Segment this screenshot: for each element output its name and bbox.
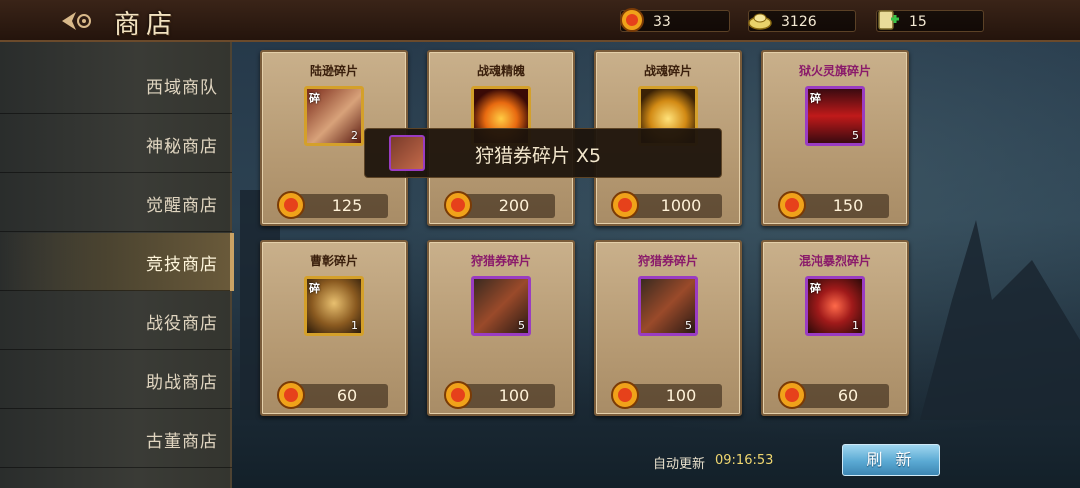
price-bar[interactable]: 150 bbox=[778, 191, 889, 219]
item-count: 1 bbox=[351, 319, 358, 332]
stamina-count: 15 bbox=[909, 14, 927, 30]
gold-coin-icon bbox=[778, 381, 806, 409]
item-count: 5 bbox=[518, 319, 525, 332]
sidebar-item-support[interactable]: 助战商店 bbox=[0, 351, 232, 409]
resource-stamina: 15 bbox=[876, 10, 984, 32]
sidebar-item-campaign[interactable]: 战役商店 bbox=[0, 292, 232, 350]
item-price: 150 bbox=[832, 196, 864, 215]
gold-coin-icon bbox=[620, 8, 644, 32]
price-bar[interactable]: 60 bbox=[778, 381, 889, 409]
item-name: 混沌暴烈碎片 bbox=[798, 254, 871, 268]
gold-coin-icon bbox=[611, 191, 639, 219]
shop-item-card[interactable]: 曹彰碎片碎 1 60 bbox=[260, 240, 408, 416]
stamina-scroll-icon bbox=[878, 10, 899, 30]
auto-refresh-timer: 09:16:53 bbox=[715, 453, 774, 468]
item-price: 100 bbox=[665, 386, 697, 405]
item-name: 战魂精魄 bbox=[476, 64, 525, 78]
item-thumbnail[interactable]: 碎2 bbox=[304, 86, 364, 146]
item-price: 1000 bbox=[660, 196, 702, 215]
fragment-tag: 碎 bbox=[309, 282, 320, 295]
sidebar-item-xiyu[interactable]: 西域商队 bbox=[0, 56, 232, 114]
item-price: 100 bbox=[498, 386, 530, 405]
gold-coin-icon bbox=[611, 381, 639, 409]
sidebar-item-antique[interactable]: 古董商店 bbox=[0, 410, 232, 468]
tooltip-text: 狩猎券碎片 X5 bbox=[475, 145, 602, 167]
item-thumbnail[interactable]: 5 bbox=[471, 276, 531, 336]
price-bar[interactable]: 60 bbox=[277, 381, 388, 409]
sidebar-item-label: 神秘商店 bbox=[146, 137, 218, 157]
item-name: 陆逊碎片 bbox=[309, 64, 358, 78]
gold-coin-icon bbox=[277, 191, 305, 219]
top-bar: 商店 33 3126 15 bbox=[0, 0, 1080, 42]
item-name: 狩猎券碎片 bbox=[637, 254, 698, 268]
item-price: 125 bbox=[331, 196, 363, 215]
sidebar-item-label: 战役商店 bbox=[146, 314, 218, 334]
item-thumbnail[interactable]: 5 bbox=[638, 276, 698, 336]
sidebar-item-awaken[interactable]: 觉醒商店 bbox=[0, 174, 232, 232]
shop-item-card[interactable]: 狩猎券碎片 5 100 bbox=[427, 240, 575, 416]
item-name: 战魂碎片 bbox=[643, 64, 692, 78]
item-thumbnail[interactable]: 碎1 bbox=[304, 276, 364, 336]
price-bar[interactable]: 125 bbox=[277, 191, 388, 219]
item-count: 5 bbox=[852, 129, 859, 142]
sidebar-item-mystery[interactable]: 神秘商店 bbox=[0, 115, 232, 173]
price-bar[interactable]: 1000 bbox=[611, 191, 722, 219]
page-title: 商店 bbox=[114, 10, 179, 40]
shop-sidebar: 西域商队 神秘商店 觉醒商店 竞技商店 战役商店 助战商店 古董商店 bbox=[0, 42, 234, 488]
resource-silver: 3126 bbox=[748, 10, 856, 32]
shop-item-card[interactable]: 狱火灵旗碎片碎 5 150 bbox=[761, 50, 909, 226]
gold-coin-icon bbox=[444, 381, 472, 409]
item-price: 60 bbox=[336, 386, 358, 405]
auto-refresh-label: 自动更新 bbox=[653, 457, 706, 472]
item-count: 1 bbox=[852, 319, 859, 332]
gold-count: 33 bbox=[653, 14, 671, 30]
item-price: 60 bbox=[837, 386, 859, 405]
sidebar-item-label: 西域商队 bbox=[146, 78, 218, 98]
gold-coin-icon bbox=[277, 381, 305, 409]
item-name: 曹彰碎片 bbox=[309, 254, 358, 268]
item-thumbnail[interactable]: 碎1 bbox=[805, 276, 865, 336]
sidebar-item-label: 古董商店 bbox=[146, 432, 218, 452]
price-bar[interactable]: 200 bbox=[444, 191, 555, 219]
silver-ingot-icon bbox=[748, 13, 772, 30]
silver-count: 3126 bbox=[781, 14, 817, 30]
sidebar-item-label: 竞技商店 bbox=[146, 255, 218, 275]
resource-gold: 33 bbox=[620, 8, 730, 32]
hunting-ticket-icon bbox=[389, 135, 425, 171]
item-tooltip: 狩猎券碎片 X5 bbox=[364, 128, 722, 178]
sidebar-item-arena[interactable]: 竞技商店 bbox=[0, 233, 234, 291]
item-count: 5 bbox=[685, 319, 692, 332]
item-thumbnail[interactable]: 碎5 bbox=[805, 86, 865, 146]
item-name: 狩猎券碎片 bbox=[470, 254, 531, 268]
item-name: 狱火灵旗碎片 bbox=[798, 64, 871, 78]
refresh-button[interactable]: 刷 新 bbox=[842, 444, 940, 476]
item-price: 200 bbox=[498, 196, 530, 215]
fragment-tag: 碎 bbox=[309, 92, 320, 105]
cloud-back-arrow-icon bbox=[62, 12, 91, 30]
fragment-tag: 碎 bbox=[810, 92, 821, 105]
price-bar[interactable]: 100 bbox=[611, 381, 722, 409]
price-bar[interactable]: 100 bbox=[444, 381, 555, 409]
sidebar-item-label: 觉醒商店 bbox=[146, 196, 218, 216]
shop-item-card[interactable]: 混沌暴烈碎片碎 1 60 bbox=[761, 240, 909, 416]
sidebar-item-label: 助战商店 bbox=[146, 373, 218, 393]
gold-coin-icon bbox=[778, 191, 806, 219]
fragment-tag: 碎 bbox=[810, 282, 821, 295]
back-button[interactable] bbox=[58, 8, 98, 34]
shop-item-card[interactable]: 狩猎券碎片 5 100 bbox=[594, 240, 742, 416]
gold-coin-icon bbox=[444, 191, 472, 219]
item-count: 2 bbox=[351, 129, 358, 142]
